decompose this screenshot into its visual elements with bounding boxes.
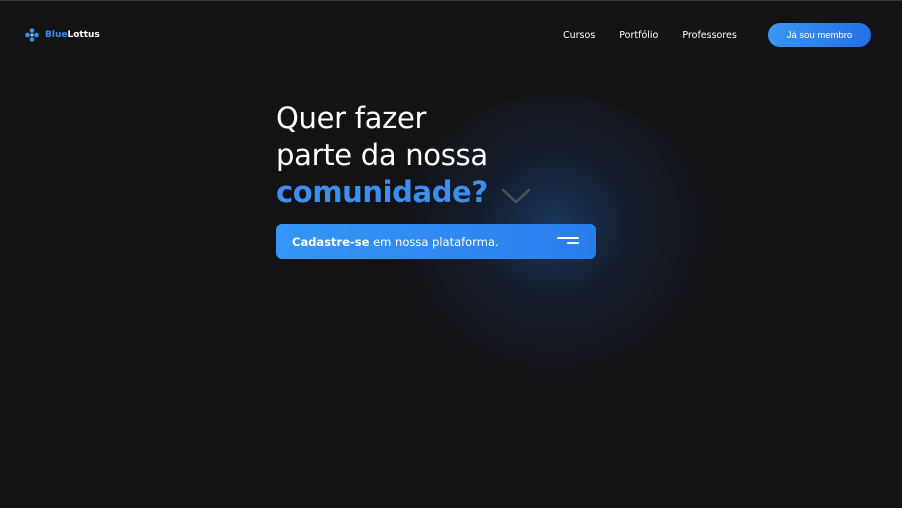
hero-line-2: parte da nossa bbox=[276, 138, 488, 172]
hero-line-3: comunidade? bbox=[276, 175, 488, 209]
chevron-down-icon[interactable] bbox=[501, 187, 531, 205]
brand-name-accent: Blue bbox=[45, 30, 68, 40]
brand-name-rest: Lottus bbox=[67, 30, 100, 40]
lotus-dots-icon bbox=[25, 28, 39, 42]
brand-logo[interactable]: BlueLottus bbox=[25, 27, 100, 43]
nav-link-cursos[interactable]: Cursos bbox=[563, 30, 595, 41]
top-border bbox=[0, 0, 902, 1]
hero-heading: Quer fazer parte da nossa comunidade? bbox=[276, 100, 606, 211]
nav-link-professores[interactable]: Professores bbox=[682, 30, 736, 41]
menu-lines-icon bbox=[555, 237, 579, 246]
member-login-button[interactable]: Já sou membro bbox=[768, 23, 871, 47]
brand-name: BlueLottus bbox=[45, 30, 100, 40]
nav-link-portfolio[interactable]: Portfólio bbox=[619, 30, 658, 41]
signup-cta-button[interactable]: Cadastre-se em nossa plataforma. bbox=[276, 224, 596, 259]
main-nav: Cursos Portfólio Professores bbox=[563, 28, 737, 42]
signup-cta-label: Cadastre-se em nossa plataforma. bbox=[292, 235, 499, 249]
hero-line-1: Quer fazer bbox=[276, 101, 427, 135]
landing-page: BlueLottus Cursos Portfólio Professores … bbox=[0, 0, 902, 508]
signup-cta-strong: Cadastre-se bbox=[292, 234, 370, 249]
signup-cta-rest: em nossa plataforma. bbox=[369, 234, 499, 249]
